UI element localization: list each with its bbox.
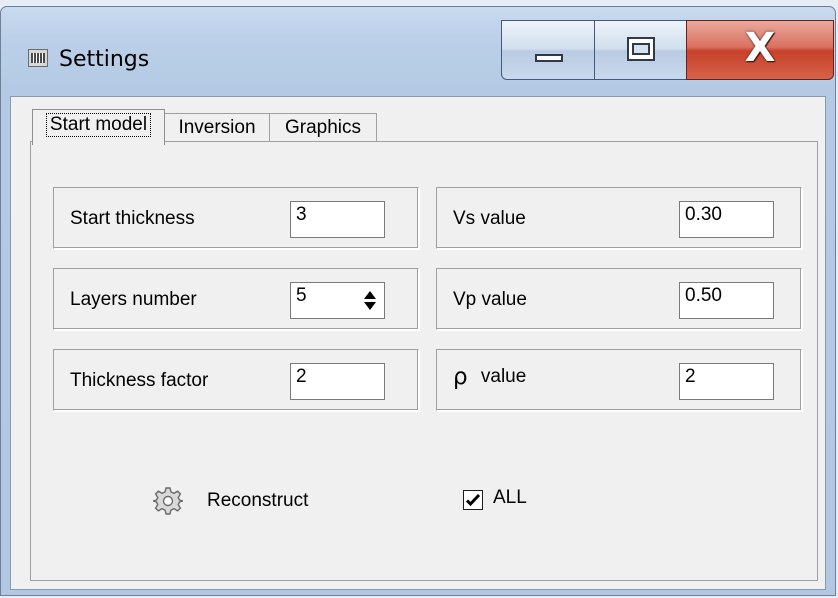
minimize-icon [535,54,563,62]
start-thickness-input[interactable]: 3 [290,201,385,238]
rho-value-label: value [480,366,527,387]
all-checkbox[interactable] [463,490,483,510]
tab-graphics[interactable]: Graphics [269,113,377,142]
gear-icon [153,487,183,515]
vs-value-input[interactable]: 0.30 [679,201,774,238]
rho-value-group: ρ value 2 [436,349,802,411]
vp-value-label: Vp value [453,289,527,310]
vs-value-label: Vs value [453,208,526,229]
reconstruct-label: Reconstruct [207,490,309,511]
caption-buttons: X [501,20,838,82]
rho-value-input[interactable]: 2 [679,363,774,400]
settings-window: Settings X Start model Inversion Graphic… [0,6,836,596]
maximize-button[interactable] [594,20,687,80]
tab-start-model[interactable]: Start model [32,109,165,145]
checkmark-icon [465,493,481,507]
spin-down-icon[interactable] [364,302,376,310]
vp-value-input[interactable]: 0.50 [679,282,774,319]
layers-number-spinner[interactable]: 5 [290,282,385,319]
window-title: Settings [59,47,150,72]
minimize-button[interactable] [501,20,595,80]
all-checkbox-label: ALL [493,487,527,508]
vs-value-group: Vs value 0.30 [436,187,802,249]
close-icon: X [744,25,776,71]
tab-graphics-label: Graphics [284,117,362,138]
thickness-factor-label: Thickness factor [70,370,209,391]
layers-number-value: 5 [296,285,307,306]
title-bar[interactable]: Settings X [1,7,835,95]
start-thickness-group: Start thickness 3 [53,187,419,249]
thickness-factor-input[interactable]: 2 [290,363,385,400]
spinner-arrows-icon[interactable] [362,290,378,312]
tab-start-model-label: Start model [45,113,152,137]
rho-symbol: ρ [453,364,468,390]
rho-value-label-wrap: ρ value [453,364,526,390]
vp-value-group: Vp value 0.50 [436,268,802,330]
start-model-panel: Start thickness 3 Layers number 5 Thickn… [30,141,818,581]
maximize-icon [627,37,655,61]
layers-number-label: Layers number [70,289,197,310]
close-button[interactable]: X [686,20,834,80]
start-thickness-label: Start thickness [70,208,195,229]
tab-inversion[interactable]: Inversion [164,113,270,142]
app-settings-icon [28,49,48,67]
dialog-client-area: Start model Inversion Graphics Start thi… [10,96,826,590]
layers-number-group: Layers number 5 [53,268,419,330]
spin-up-icon[interactable] [364,291,376,299]
thickness-factor-group: Thickness factor 2 [53,349,419,411]
tab-inversion-label: Inversion [178,117,256,138]
